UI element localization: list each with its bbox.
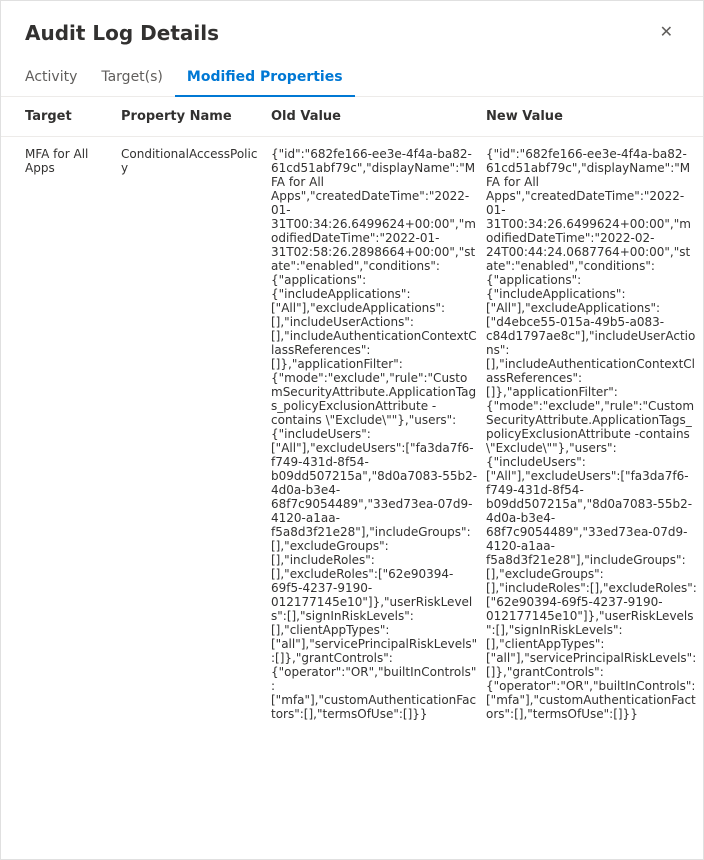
tab-content: Target Property Name Old Value New Value… bbox=[1, 97, 703, 859]
dialog-title: Audit Log Details bbox=[25, 21, 219, 45]
col-header-property-name: Property Name bbox=[121, 97, 271, 137]
cell-property-name: ConditionalAccessPolicy bbox=[121, 137, 271, 732]
audit-log-dialog: Audit Log Details ✕ Activity Target(s) M… bbox=[0, 0, 704, 860]
dialog-header: Audit Log Details ✕ bbox=[1, 1, 703, 45]
cell-old-value: {"id":"682fe166-ee3e-4f4a-ba82-61cd51abf… bbox=[271, 137, 486, 732]
col-header-old-value: Old Value bbox=[271, 97, 486, 137]
tab-targets[interactable]: Target(s) bbox=[89, 61, 175, 97]
cell-new-value: {"id":"682fe166-ee3e-4f4a-ba82-61cd51abf… bbox=[486, 137, 703, 732]
cell-target: MFA for All Apps bbox=[1, 137, 121, 732]
tab-activity[interactable]: Activity bbox=[25, 61, 89, 97]
properties-table: Target Property Name Old Value New Value… bbox=[1, 97, 703, 731]
col-header-new-value: New Value bbox=[486, 97, 703, 137]
close-button[interactable]: ✕ bbox=[654, 21, 679, 45]
table-row: MFA for All AppsConditionalAccessPolicy{… bbox=[1, 137, 703, 732]
tab-modified-properties[interactable]: Modified Properties bbox=[175, 61, 355, 97]
col-header-target: Target bbox=[1, 97, 121, 137]
tab-bar: Activity Target(s) Modified Properties bbox=[1, 45, 703, 97]
table-header-row: Target Property Name Old Value New Value bbox=[1, 97, 703, 137]
